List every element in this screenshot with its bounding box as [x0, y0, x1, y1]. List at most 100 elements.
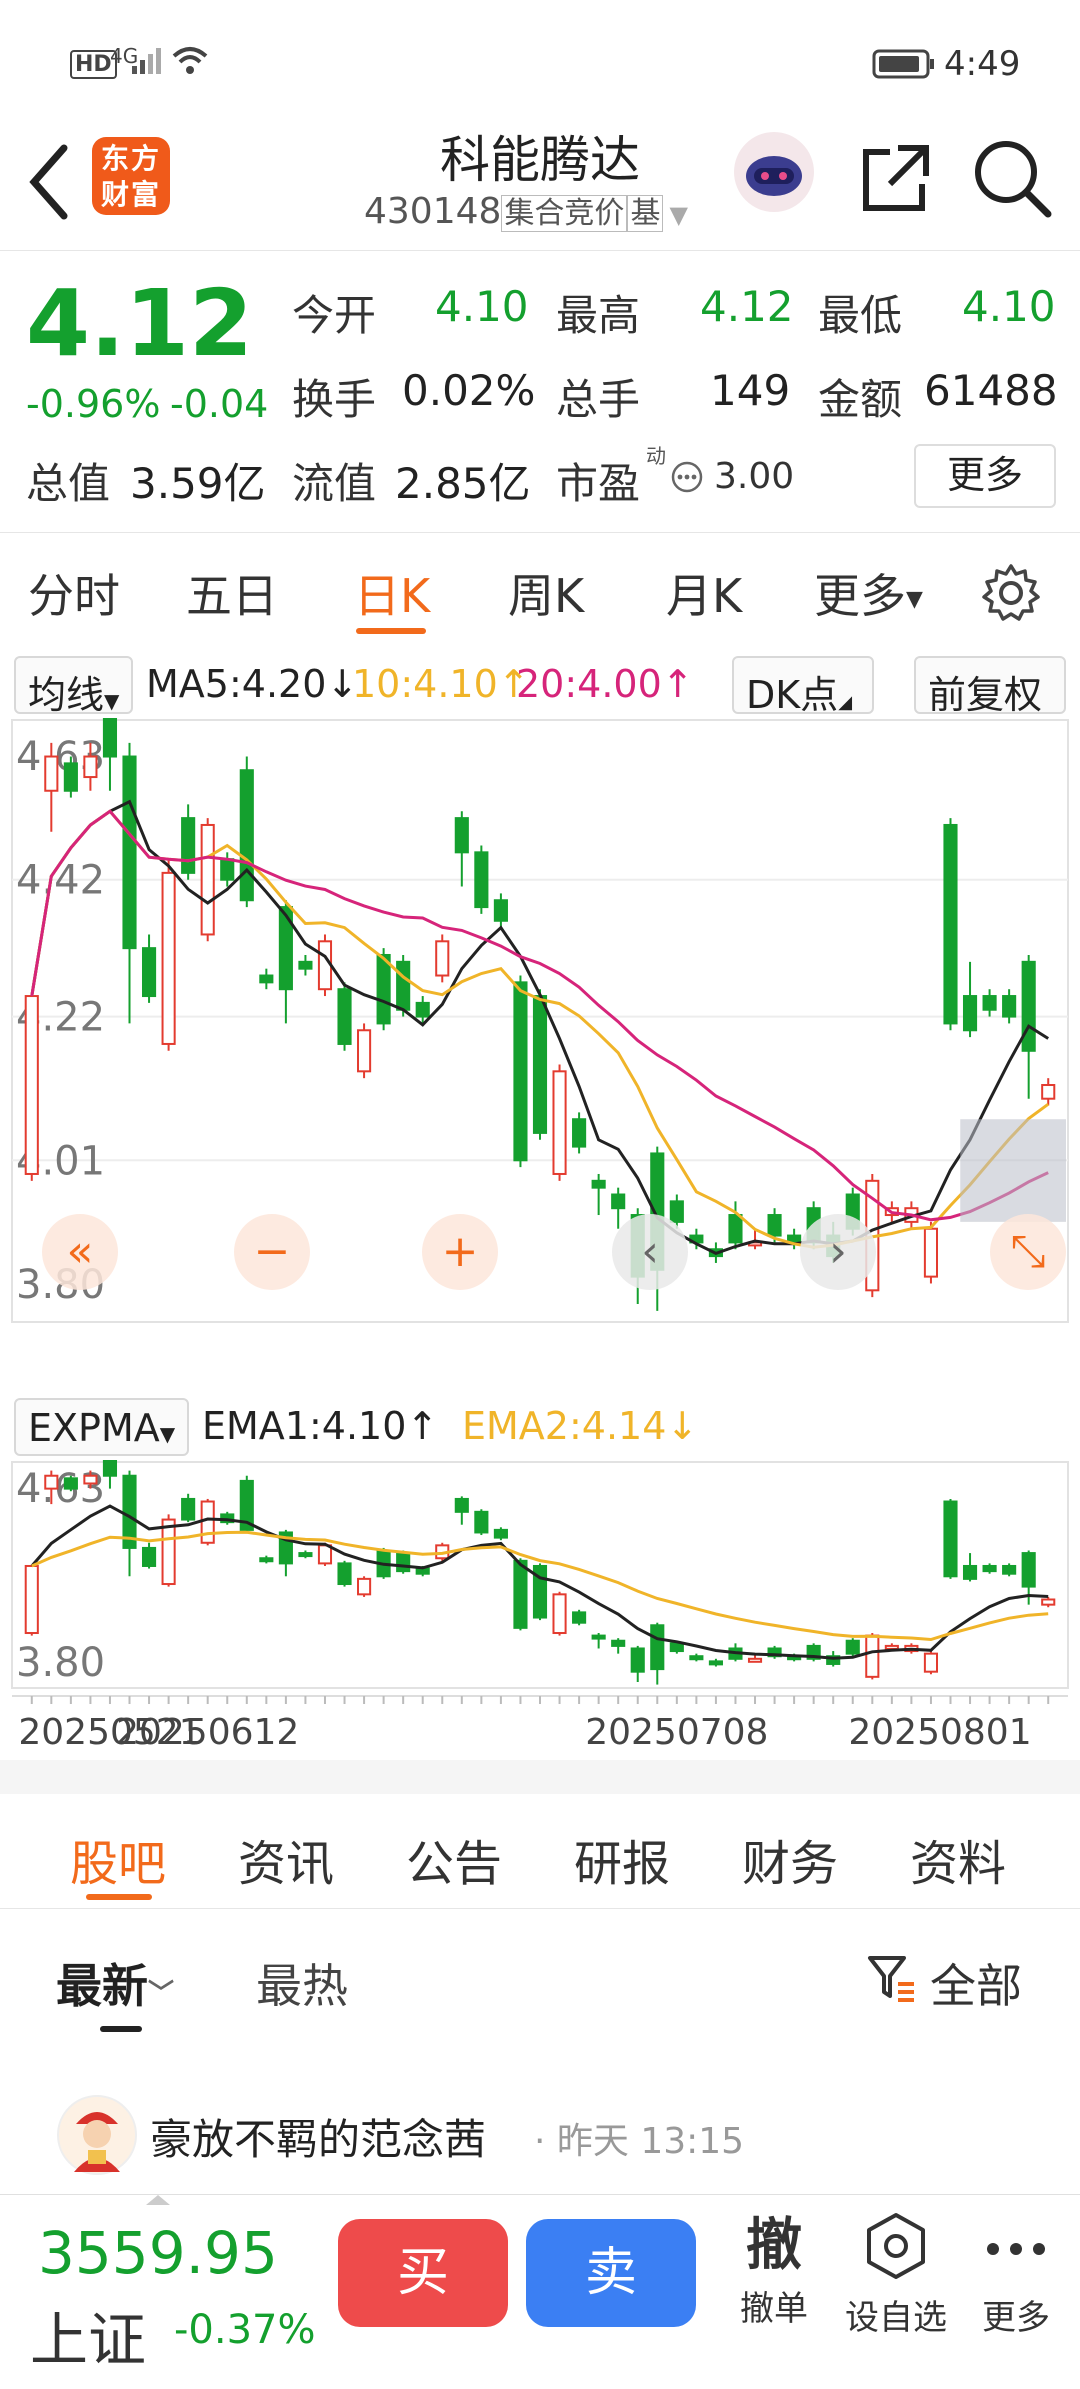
candle-body — [24, 1564, 39, 1635]
add-watchlist-tool[interactable]: 设自选 — [840, 2211, 952, 2339]
assistant-robot-icon[interactable] — [732, 130, 816, 214]
tab-weekly-k[interactable]: 周K — [508, 560, 584, 626]
scroll-right-icon[interactable]: › — [800, 1214, 876, 1290]
mktcap-value: 3.59亿 — [130, 459, 266, 508]
candle-body — [102, 1460, 118, 1477]
candle-body — [591, 1634, 606, 1640]
candle-body — [200, 1500, 215, 1544]
bottom-trade-bar: 3559.95 上证 -0.37% 买 卖 撤 撤单 设自选 更多 — [0, 2194, 1080, 2389]
candle-body — [982, 995, 997, 1011]
zoom-out-icon[interactable]: − — [234, 1214, 310, 1290]
volume-label: 总手 — [556, 375, 641, 424]
candle-body — [708, 1660, 723, 1666]
tab-five-day[interactable]: 五日 — [186, 560, 278, 626]
ma5-value: MA5:4.20 — [146, 662, 327, 706]
main-candle-chart[interactable]: 4.634.424.224.013.80« − + ‹ › ⤡ — [0, 718, 1080, 1324]
fullscreen-icon[interactable]: ⤡ — [990, 1214, 1066, 1290]
svg-text:⤡: ⤡ — [1010, 1226, 1045, 1277]
battery-icon — [872, 49, 934, 79]
candle-body — [259, 974, 274, 984]
ma-select-label: 均线 — [28, 673, 105, 717]
zoom-in-icon[interactable]: + — [422, 1214, 498, 1290]
change-value: -0.04 — [170, 382, 269, 426]
ma10-value: 10:4.10 — [352, 662, 498, 706]
sell-button[interactable]: 卖 — [526, 2219, 696, 2327]
tab-news[interactable]: 资讯 — [238, 1824, 334, 1894]
hexagon-icon — [867, 2213, 925, 2279]
gear-icon[interactable] — [980, 562, 1042, 624]
adjust-price-button[interactable]: 前复权 — [914, 656, 1066, 717]
ema2-legend: EMA2:4.14↓ — [462, 1404, 698, 1448]
ema-select[interactable]: EXPMA▼ — [14, 1398, 190, 1456]
ma-select[interactable]: 均线▼ — [14, 656, 134, 717]
ema-candle-chart[interactable]: 4.633.802025052120250612 20250708 20250801 — [0, 1460, 1080, 1794]
candle-body — [611, 1639, 626, 1647]
turnover-label: 换手 — [292, 375, 377, 424]
candle-body — [122, 755, 137, 950]
tab-daily-k[interactable]: 日K — [354, 560, 430, 626]
tab-more-periods[interactable]: 更多▼ — [814, 560, 923, 626]
candle-body — [415, 1001, 430, 1018]
avatar[interactable] — [56, 2094, 138, 2176]
candle-body — [923, 1652, 939, 1673]
tab-guba[interactable]: 股吧 — [70, 1824, 166, 1894]
double-left-icon[interactable]: « — [42, 1214, 118, 1290]
candle-body — [200, 823, 215, 936]
caret-down-icon: ▼ — [159, 1422, 176, 1446]
post-author[interactable]: 豪放不羁的范念茜 — [150, 2106, 486, 2167]
status-bar: HD 4G 4:49 — [0, 0, 1080, 120]
quote-panel: 4.12 -0.96% -0.04 今开 4.10 最高 4.12 最低 4.1… — [0, 250, 1080, 533]
more-button[interactable]: 更多 — [914, 444, 1056, 508]
tab-intraday[interactable]: 分时 — [28, 560, 120, 626]
x-date-label: 20250612 — [116, 1712, 299, 1753]
candle-body — [865, 1634, 880, 1678]
candle-body — [161, 871, 176, 1045]
caret-down-icon: ▼ — [104, 689, 120, 713]
low-label: 最低 — [818, 291, 903, 340]
tab-research[interactable]: 研报 — [574, 1824, 670, 1894]
chevron-down-icon: ﹀ — [148, 1979, 175, 2009]
share-icon[interactable] — [856, 138, 936, 218]
candle-body — [396, 960, 411, 1011]
buy-button[interactable]: 买 — [338, 2219, 508, 2327]
index-value[interactable]: 3559.95 — [38, 2219, 278, 2287]
tab-monthly-k[interactable]: 月K — [666, 560, 742, 626]
tab-announcements[interactable]: 公告 — [406, 1824, 502, 1894]
more-tool-label: 更多 — [982, 2298, 1050, 2338]
open-label: 今开 — [292, 291, 377, 340]
dk-point-button[interactable]: DK点◢ — [732, 656, 874, 717]
more-tool[interactable]: 更多 — [966, 2211, 1066, 2339]
candle-body — [102, 718, 118, 758]
ma20-value: 20:4.00 — [516, 662, 662, 706]
candle-body — [1041, 1598, 1056, 1606]
active-feed-indicator — [86, 1894, 152, 1900]
wifi-icon — [172, 47, 208, 74]
high-label: 最高 — [556, 291, 641, 340]
cancel-order-icon: 撤 — [746, 2213, 802, 2278]
candle-body — [83, 1474, 98, 1485]
expand-caret-icon[interactable] — [146, 2195, 170, 2205]
sort-hot[interactable]: 最热 — [256, 1950, 348, 2016]
tab-finance[interactable]: 财务 — [742, 1824, 838, 1894]
candle-body — [650, 1624, 665, 1671]
index-change: -0.37% — [174, 2307, 316, 2353]
filter-icon[interactable] — [864, 1950, 920, 2006]
add-watchlist-label: 设自选 — [845, 2298, 947, 2338]
sort-latest[interactable]: 最新﹀ — [56, 1950, 174, 2016]
candle-body — [767, 1214, 782, 1237]
filter-all[interactable]: 全部 — [930, 1950, 1022, 2016]
candle-body — [357, 1029, 372, 1073]
candle-body — [493, 899, 508, 922]
cancel-order-tool[interactable]: 撤 撤单 — [726, 2211, 822, 2330]
caret-down-icon[interactable]: ▼ — [669, 201, 687, 229]
more-dots-icon[interactable] — [670, 460, 704, 494]
scroll-left-icon[interactable]: ‹ — [612, 1214, 688, 1290]
candle-body — [943, 823, 958, 1025]
search-icon[interactable] — [970, 136, 1054, 220]
index-name[interactable]: 上证 — [30, 2293, 146, 2377]
candle-body — [572, 1118, 587, 1148]
candle-body — [884, 1644, 899, 1650]
tab-profile[interactable]: 资料 — [910, 1824, 1006, 1894]
candle-body — [669, 1642, 684, 1653]
post-item[interactable]: 豪放不羁的范念茜 · 昨天 13:15 — [0, 2086, 1080, 2186]
